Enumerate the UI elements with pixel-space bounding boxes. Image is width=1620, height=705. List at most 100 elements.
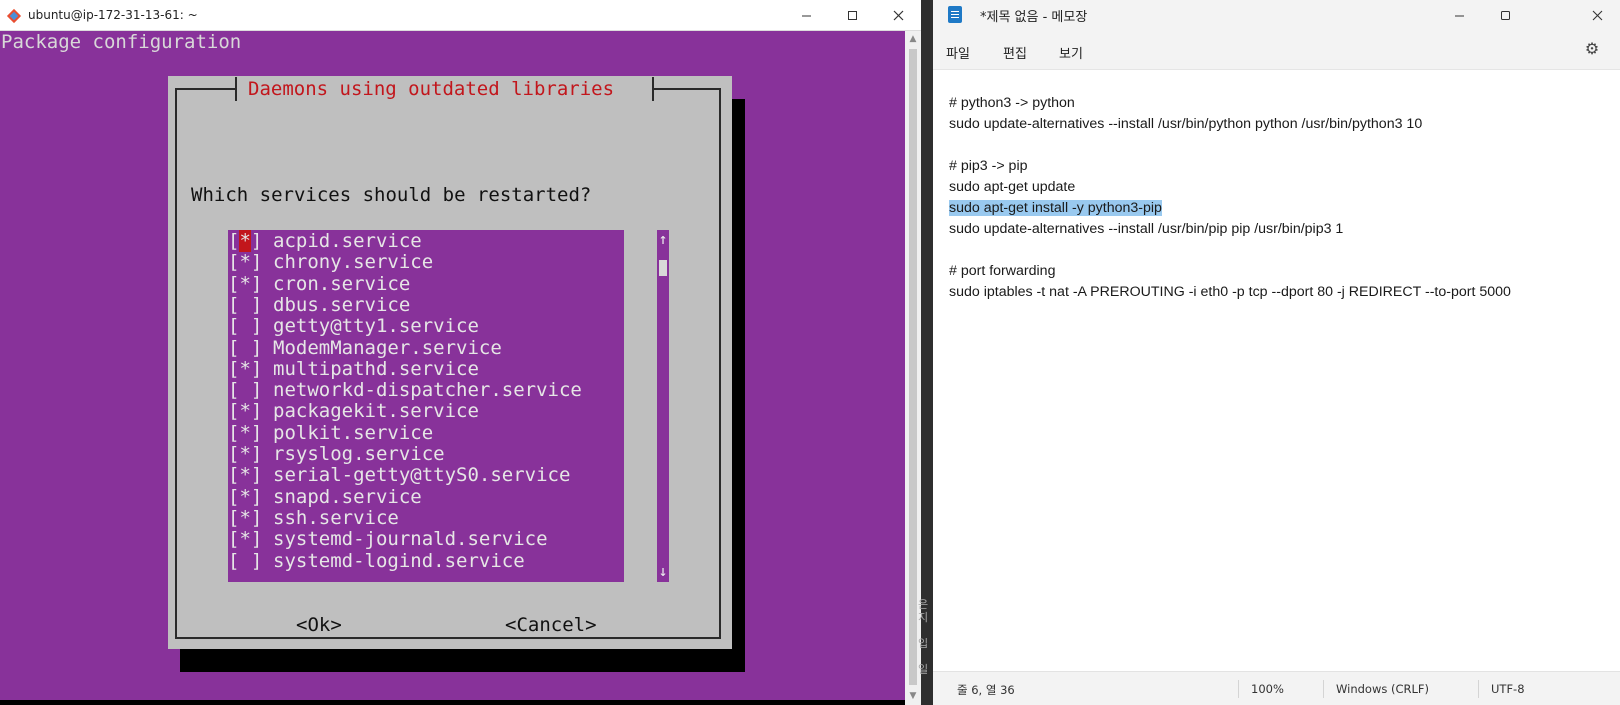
terminal-title: ubuntu@ip-172-31-13-61: ~ bbox=[28, 8, 198, 22]
notepad-statusbar: 줄 6, 열 36 100% Windows (CRLF) UTF-8 bbox=[933, 671, 1620, 705]
status-divider bbox=[1323, 680, 1324, 698]
text-line: # pip3 -> pip bbox=[949, 158, 1028, 174]
maximize-button[interactable] bbox=[829, 0, 875, 31]
status-divider bbox=[1478, 680, 1479, 698]
service-item[interactable]: [ ] ModemManager.service bbox=[228, 337, 502, 359]
service-item[interactable]: [ ] networkd-dispatcher.service bbox=[228, 379, 582, 401]
minimize-icon bbox=[801, 15, 811, 17]
menu-file[interactable]: 파일 bbox=[946, 43, 970, 62]
checkbox[interactable]: [*] bbox=[228, 443, 273, 465]
list-scrollbar[interactable]: ↑ ↓ bbox=[657, 230, 669, 582]
service-name: ModemManager.service bbox=[273, 336, 502, 359]
background-window-text: 은 지 입 일 bbox=[918, 598, 929, 676]
terminal-scroll-thumb[interactable] bbox=[909, 49, 917, 685]
service-item[interactable]: [*] systemd-journald.service bbox=[228, 528, 548, 550]
notepad-window: *제목 없음 - 메모장 파일 편집 보기 ⚙ # python3 -> pyt… bbox=[933, 0, 1620, 705]
terminal-screen[interactable]: Package configuration Daemons using outd… bbox=[0, 31, 905, 705]
checkbox[interactable]: [*] bbox=[228, 528, 273, 550]
menu-view[interactable]: 보기 bbox=[1059, 43, 1083, 62]
maximize-icon bbox=[1500, 10, 1510, 20]
settings-gear-icon[interactable]: ⚙ bbox=[1583, 40, 1601, 58]
cancel-button[interactable]: <Cancel> bbox=[505, 614, 597, 636]
service-item[interactable]: [*] snapd.service bbox=[228, 486, 422, 508]
zoom-level: 100% bbox=[1251, 682, 1284, 696]
notepad-editor[interactable]: # python3 -> python sudo update-alternat… bbox=[933, 71, 1620, 671]
checkbox[interactable]: [*] bbox=[228, 251, 273, 273]
notepad-menubar: 파일 편집 보기 ⚙ bbox=[933, 30, 1620, 70]
service-item[interactable]: [*] serial-getty@ttyS0.service bbox=[228, 464, 570, 486]
text-line: # port forwarding bbox=[949, 263, 1056, 279]
cursor-position: 줄 6, 열 36 bbox=[957, 683, 1015, 697]
service-name: systemd-logind.service bbox=[273, 549, 525, 572]
notepad-titlebar[interactable]: *제목 없음 - 메모장 bbox=[933, 0, 1620, 30]
service-item[interactable]: [ ] systemd-logind.service bbox=[228, 550, 525, 572]
encoding: UTF-8 bbox=[1491, 682, 1525, 696]
service-name: getty@tty1.service bbox=[273, 315, 479, 338]
checkbox[interactable]: [ ] bbox=[228, 315, 273, 337]
text-line: sudo update-alternatives --install /usr/… bbox=[949, 221, 1344, 237]
checkbox[interactable]: [ ] bbox=[228, 550, 273, 572]
scroll-thumb[interactable] bbox=[659, 260, 667, 276]
service-item[interactable]: [*] ssh.service bbox=[228, 507, 399, 529]
notepad-close-button[interactable] bbox=[1574, 0, 1620, 30]
service-name: acpid.service bbox=[273, 230, 422, 252]
close-icon bbox=[1592, 10, 1602, 20]
service-name: cron.service bbox=[273, 272, 411, 295]
service-name: chrony.service bbox=[273, 251, 434, 274]
scroll-down-arrow-icon[interactable]: ↓ bbox=[657, 562, 669, 580]
service-item[interactable]: [ ] dbus.service bbox=[228, 294, 410, 316]
service-item-acpid[interactable]: [*] acpid.service bbox=[228, 230, 422, 252]
service-item[interactable]: [*] multipathd.service bbox=[228, 358, 479, 380]
scroll-up-arrow-icon[interactable]: ↑ bbox=[657, 230, 669, 248]
notepad-minimize-button[interactable] bbox=[1436, 0, 1482, 30]
dialog-title: Daemons using outdated libraries bbox=[248, 78, 615, 100]
restart-services-dialog: Daemons using outdated libraries Which s… bbox=[168, 76, 732, 649]
status-divider bbox=[1238, 680, 1239, 698]
close-button[interactable] bbox=[875, 0, 921, 31]
service-name: packagekit.service bbox=[273, 400, 479, 423]
service-item[interactable]: [*] packagekit.service bbox=[228, 400, 479, 422]
notepad-icon bbox=[948, 6, 962, 23]
dialog-title-left-bar bbox=[235, 77, 237, 101]
ok-button[interactable]: <Ok> bbox=[296, 614, 342, 636]
checkbox[interactable]: [*] bbox=[228, 273, 273, 295]
terminal-titlebar[interactable]: ubuntu@ip-172-31-13-61: ~ bbox=[0, 0, 921, 31]
checkbox[interactable]: [*] bbox=[228, 486, 273, 508]
service-name: rsyslog.service bbox=[273, 443, 445, 465]
checkbox[interactable]: [*] bbox=[228, 507, 273, 529]
service-name: systemd-journald.service bbox=[273, 528, 548, 551]
checkbox-close: ] bbox=[250, 230, 263, 252]
checkbox[interactable]: [ ] bbox=[228, 379, 273, 401]
service-item[interactable]: [ ] getty@tty1.service bbox=[228, 315, 479, 337]
minimize-button[interactable] bbox=[783, 0, 829, 31]
service-name: snapd.service bbox=[273, 485, 422, 508]
service-item[interactable]: [*] rsyslog.service bbox=[228, 443, 445, 465]
service-item[interactable]: [*] polkit.service bbox=[228, 422, 433, 444]
text-line: sudo iptables -t nat -A PREROUTING -i et… bbox=[949, 284, 1511, 300]
checkbox-cursor[interactable]: * bbox=[239, 230, 251, 252]
scroll-up-icon[interactable]: ▲ bbox=[905, 34, 921, 44]
minimize-icon bbox=[1454, 15, 1464, 16]
checkbox[interactable]: [*] bbox=[228, 400, 273, 422]
text-line: sudo apt-get update bbox=[949, 179, 1076, 195]
text-selection: sudo apt-get install -y python3-pip bbox=[949, 200, 1162, 216]
service-name: ssh.service bbox=[273, 506, 399, 529]
notepad-maximize-button[interactable] bbox=[1482, 0, 1528, 30]
checkbox[interactable]: [ ] bbox=[228, 294, 273, 316]
checkbox-open: [ bbox=[228, 230, 240, 252]
checkbox[interactable]: [*] bbox=[228, 358, 273, 380]
service-item[interactable]: [*] chrony.service bbox=[228, 251, 433, 273]
checkbox[interactable]: [*] bbox=[228, 422, 273, 444]
terminal-bottom-edge bbox=[0, 700, 905, 705]
package-config-header: Package configuration bbox=[1, 31, 242, 53]
service-name: serial-getty@ttyS0.service bbox=[273, 464, 571, 487]
checkbox[interactable]: [*] bbox=[228, 464, 273, 486]
notepad-title: *제목 없음 - 메모장 bbox=[980, 10, 1088, 25]
service-item[interactable]: [*] cron.service bbox=[228, 273, 410, 295]
scroll-down-icon[interactable]: ▼ bbox=[905, 691, 921, 701]
text-line: sudo update-alternatives --install /usr/… bbox=[949, 116, 1423, 132]
service-list[interactable]: [*] acpid.service [*] chrony.service [*] c… bbox=[228, 230, 624, 582]
checkbox[interactable]: [ ] bbox=[228, 337, 273, 359]
git-bash-icon bbox=[6, 8, 22, 24]
menu-edit[interactable]: 편집 bbox=[1003, 43, 1027, 62]
